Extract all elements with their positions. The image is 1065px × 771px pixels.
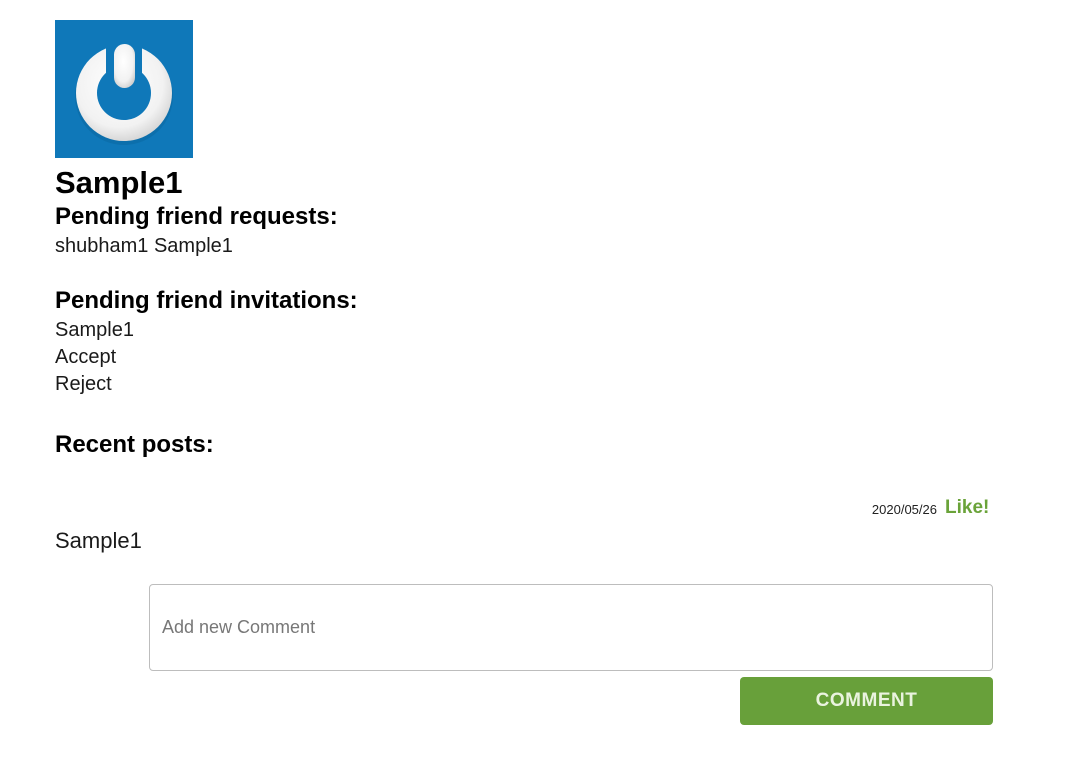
accept-invitation-link[interactable]: Accept — [55, 344, 116, 371]
avatar — [55, 20, 193, 158]
like-button[interactable]: Like! — [945, 496, 989, 520]
power-ring-icon — [75, 38, 173, 145]
invitation-name: Sample1 — [55, 319, 134, 341]
post-date: 2020/05/26 — [871, 502, 937, 517]
comment-button[interactable]: COMMENT — [740, 677, 993, 725]
pending-invitations-title: Pending friend invitations: — [55, 287, 358, 314]
reject-invitation-link[interactable]: Reject — [55, 371, 112, 398]
pending-request-item: shubham1 Sample1 — [55, 235, 233, 257]
recent-posts-title: Recent posts: — [55, 431, 214, 458]
post-body: Sample1 — [55, 528, 142, 553]
pending-requests-title: Pending friend requests: — [55, 203, 338, 230]
profile-page: Sample1 Pending friend requests: shubham… — [0, 0, 1065, 771]
profile-name: Sample1 — [55, 165, 183, 200]
comment-input[interactable] — [149, 584, 993, 671]
